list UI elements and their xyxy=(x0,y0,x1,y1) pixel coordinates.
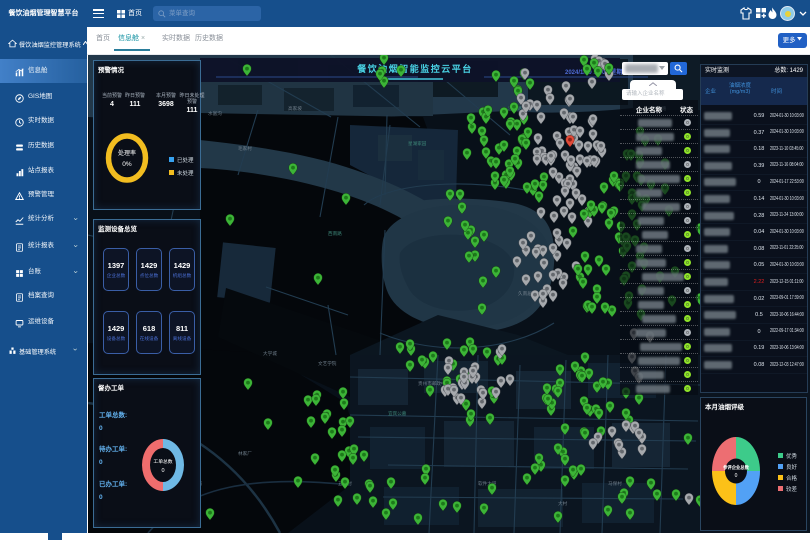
svg-text:大村: 大村 xyxy=(558,500,568,507)
svg-text:西南路: 西南路 xyxy=(328,230,342,237)
svg-text:文艺学院: 文艺学院 xyxy=(318,360,337,367)
svg-text:0: 0 xyxy=(735,473,738,479)
svg-text:星湖家园: 星湖家园 xyxy=(408,140,427,147)
svg-text:0%: 0% xyxy=(122,161,132,168)
svg-text:处理率: 处理率 xyxy=(118,149,136,157)
svg-text:宜宾公墓: 宜宾公墓 xyxy=(388,410,407,417)
svg-text:工单总数: 工单总数 xyxy=(153,458,172,465)
svg-text:大学城: 大学城 xyxy=(263,350,277,357)
svg-text:水富沟: 水富沟 xyxy=(208,110,222,117)
svg-text:毛家村: 毛家村 xyxy=(238,145,252,151)
svg-text:马保村: 马保村 xyxy=(608,480,622,487)
svg-text:久南居: 久南居 xyxy=(518,290,532,297)
svg-text:0: 0 xyxy=(161,468,164,474)
svg-text:林家厂: 林家厂 xyxy=(238,450,252,457)
svg-text:参评企业总数: 参评企业总数 xyxy=(723,464,749,471)
svg-text:高家坡: 高家坡 xyxy=(288,105,302,112)
svg-text:餐饮油烟智能监控云平台: 餐饮油烟智能监控云平台 xyxy=(356,63,473,74)
